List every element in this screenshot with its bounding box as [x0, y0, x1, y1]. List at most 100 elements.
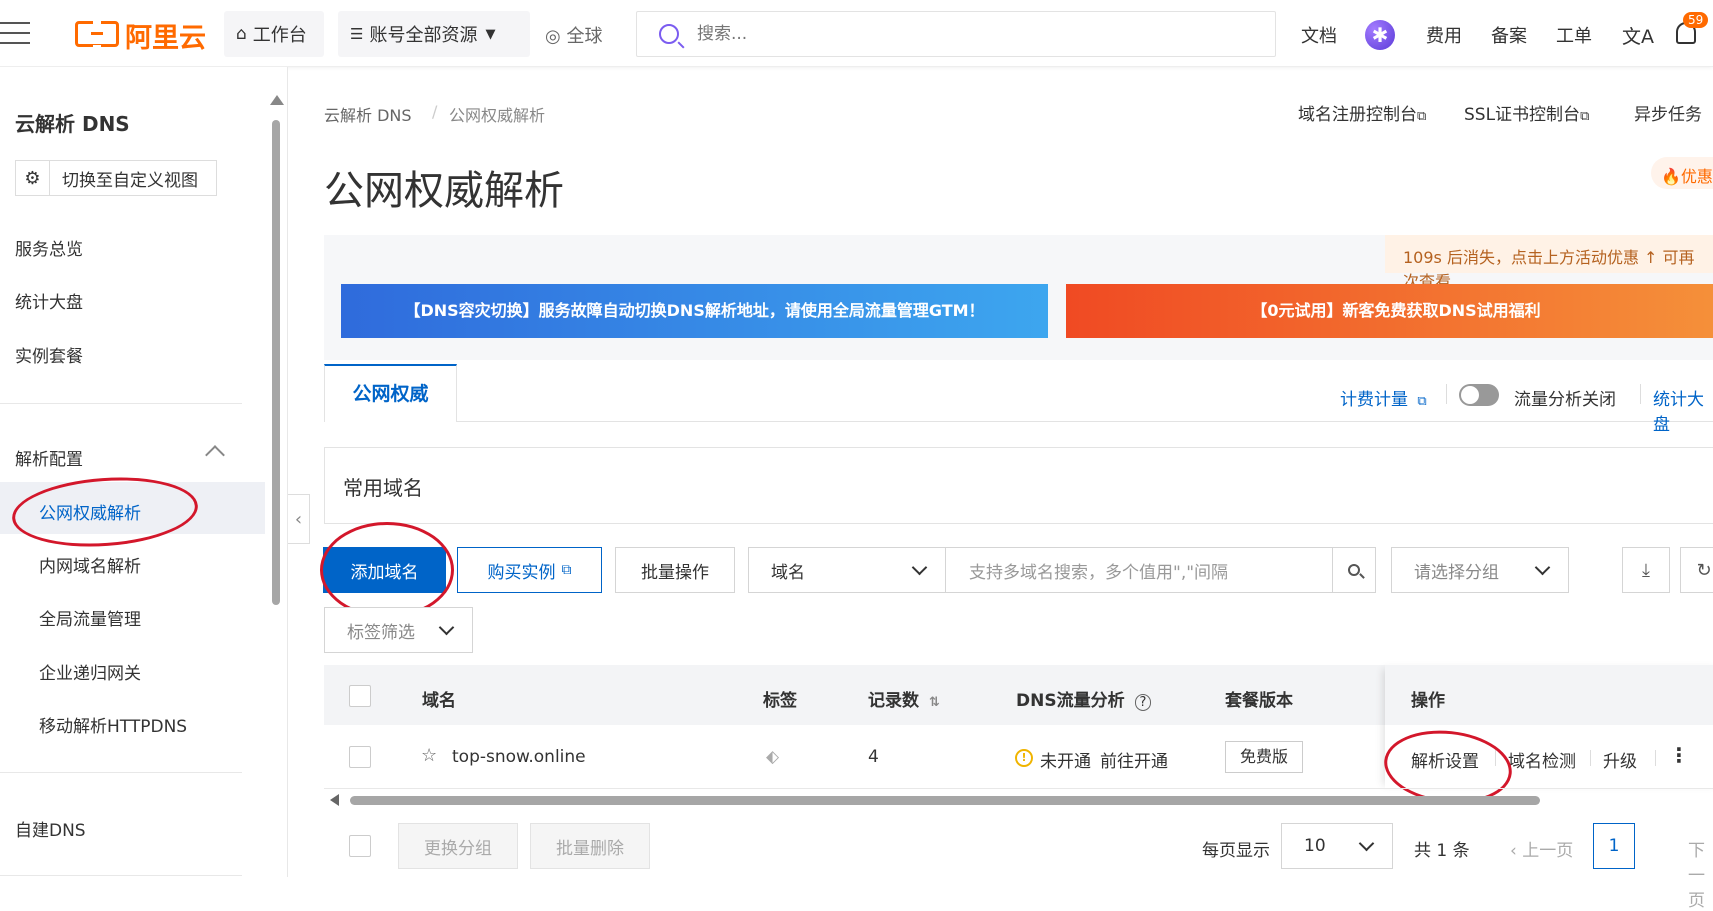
sort-icon[interactable]: ⇅ [929, 695, 940, 710]
annotation-circle [320, 522, 454, 618]
next-page-button[interactable]: 下一页 [1688, 836, 1713, 911]
chevron-up-icon[interactable] [205, 445, 225, 465]
column-header-records[interactable]: 记录数 ⇅ [868, 686, 940, 711]
workbench-label: 工作台 [252, 25, 307, 46]
search-button[interactable] [1332, 547, 1376, 593]
group-select[interactable]: 请选择分组 [1391, 547, 1569, 593]
column-header-plan: 套餐版本 [1225, 691, 1293, 711]
search-icon [1348, 564, 1360, 576]
download-icon[interactable]: ⤓ [1622, 547, 1670, 593]
search-icon [659, 24, 679, 44]
change-group-button[interactable]: 更换分组 [398, 823, 518, 869]
menu-icon[interactable] [0, 22, 32, 46]
select-all-checkbox[interactable] [349, 685, 371, 707]
external-link-icon: ⧉ [1417, 394, 1427, 409]
sidebar-item-self-dns[interactable]: 自建DNS [15, 816, 86, 841]
tab-public-authority[interactable]: 公网权威 [324, 364, 457, 422]
switch-view-label: 切换至自定义视图 [62, 170, 198, 191]
home-icon: ⌂ [236, 24, 247, 44]
external-link-icon: ⧉ [1417, 109, 1427, 124]
sidebar-item-recursive-gateway[interactable]: 企业递归网关 [39, 659, 141, 684]
docs-link[interactable]: 文档 [1301, 22, 1337, 48]
domain-search-input[interactable]: 支持多域名搜索，多个值用","间隔 [945, 547, 1333, 593]
domain-link[interactable]: top-snow.online [452, 747, 586, 767]
ticket-link[interactable]: 工单 [1556, 22, 1592, 48]
plan-badge: 免费版 [1225, 741, 1303, 773]
table-scroll-thumb[interactable] [350, 796, 1540, 805]
billing-link[interactable]: 计费计量 ⧉ [1340, 385, 1427, 410]
buy-instance-button[interactable]: 购买实例 ⧉ [457, 547, 602, 593]
language-icon[interactable]: 文A [1622, 22, 1654, 49]
countdown-notice: 109s 后消失，点击上方活动优惠 ↑ 可再次查看 [1385, 235, 1713, 291]
sidebar-item-httpdns[interactable]: 移动解析HTTPDNS [39, 712, 187, 737]
top-navigation-bar: 阿里云 ⌂ 工作台 ☰ 账号全部资源 ▼ ◎ 全球 文档 ✱ 费用 备案 工单 … [0, 0, 1713, 67]
refresh-icon[interactable]: ↻ [1680, 547, 1713, 593]
sidebar-divider [0, 403, 242, 404]
prev-page-button[interactable]: ‹ 上一页 [1510, 836, 1573, 861]
fees-link[interactable]: 费用 [1426, 22, 1462, 48]
global-search-input[interactable] [697, 24, 1197, 44]
help-icon[interactable]: ? [1134, 694, 1152, 711]
ssl-console-label: SSL证书控制台 [1464, 105, 1581, 125]
collapse-sidebar-button[interactable]: ‹ [288, 494, 310, 544]
page-number-button[interactable]: 1 [1593, 823, 1635, 869]
dns-traffic-header-label: DNS流量分析 [1016, 691, 1125, 711]
sidebar-item-private-dns[interactable]: 内网域名解析 [39, 552, 141, 577]
per-page-select[interactable]: 10 [1281, 823, 1393, 869]
sidebar-scrollbar[interactable] [270, 95, 284, 855]
chevron-down-icon: ▼ [485, 26, 496, 42]
gtm-promo-banner[interactable]: 【DNS容灾切换】服务故障自动切换DNS解析地址，请使用全局流量管理GTM！ [341, 284, 1048, 338]
table-horizontal-scrollbar[interactable] [330, 793, 1713, 807]
enable-traffic-link[interactable]: 前往开通 [1100, 747, 1168, 772]
column-header-operations: 操作 [1411, 691, 1445, 711]
row-checkbox[interactable] [349, 746, 371, 768]
chevron-down-icon [911, 559, 928, 576]
chevron-down-icon [1358, 835, 1375, 852]
domain-console-link[interactable]: 域名注册控制台⧉ [1298, 100, 1426, 125]
resources-dropdown[interactable]: ☰ 账号全部资源 ▼ [338, 11, 530, 57]
sidebar-group-dns-config[interactable]: 解析配置 [15, 445, 83, 470]
batch-operation-button[interactable]: 批量操作 [615, 547, 735, 593]
scroll-left-arrow-icon[interactable] [330, 794, 339, 806]
buy-instance-label: 购买实例 [487, 562, 556, 583]
ssl-console-link[interactable]: SSL证书控制台⧉ [1464, 100, 1589, 125]
async-tasks-link[interactable]: 异步任务 [1634, 100, 1702, 125]
footer-select-all-checkbox[interactable] [349, 835, 371, 857]
filing-link[interactable]: 备案 [1491, 22, 1527, 48]
more-options-icon[interactable]: ⋮ [1669, 743, 1689, 767]
prev-page-label: 上一页 [1522, 841, 1574, 861]
sidebar-item-gtm[interactable]: 全局流量管理 [39, 605, 141, 630]
domain-check-link[interactable]: 域名检测 [1508, 747, 1576, 772]
global-search[interactable] [636, 11, 1276, 57]
chevron-down-icon [438, 619, 455, 636]
scroll-up-arrow-icon[interactable] [270, 95, 284, 105]
sidebar-item-stats[interactable]: 统计大盘 [15, 288, 83, 313]
promo-tag[interactable]: 🔥优惠 [1651, 157, 1713, 189]
workbench-button[interactable]: ⌂ 工作台 [224, 11, 324, 57]
batch-delete-button[interactable]: 批量删除 [530, 823, 650, 869]
sidebar-scroll-thumb[interactable] [272, 120, 280, 605]
traffic-analysis-toggle[interactable] [1459, 384, 1499, 406]
sidebar-item-instances[interactable]: 实例套餐 [15, 342, 83, 367]
record-count: 4 [868, 747, 879, 767]
stats-dashboard-link[interactable]: 统计大盘 [1653, 385, 1713, 435]
domain-field-select[interactable]: 域名 [748, 547, 946, 593]
free-trial-banner[interactable]: 【0元试用】新客免费获取DNS试用福利 [1066, 284, 1713, 338]
switch-view-button[interactable]: ⚙ 切换至自定义视图 [15, 160, 217, 196]
tag-filter-select[interactable]: 标签筛选 [324, 607, 473, 653]
region-selector[interactable]: ◎ 全球 [545, 22, 602, 48]
breadcrumb-root[interactable]: 云解析 DNS [324, 102, 412, 126]
upgrade-link[interactable]: 升级 [1603, 747, 1637, 772]
aliyun-logo-icon[interactable] [75, 20, 119, 47]
domain-console-label: 域名注册控制台 [1298, 105, 1417, 125]
total-count: 共 1 条 [1414, 841, 1470, 861]
star-icon[interactable]: ☆ [421, 745, 437, 766]
notification-badge: 59 [1683, 12, 1709, 28]
row-divider [324, 788, 1713, 789]
ai-assistant-icon[interactable]: ✱ [1365, 20, 1395, 50]
promo-label: 优惠 [1680, 167, 1713, 186]
sidebar-item-overview[interactable]: 服务总览 [15, 235, 83, 260]
logo-text[interactable]: 阿里云 [125, 16, 206, 55]
sidebar-title: 云解析 DNS [15, 112, 130, 136]
tag-icon[interactable]: ⬖ [766, 747, 779, 767]
